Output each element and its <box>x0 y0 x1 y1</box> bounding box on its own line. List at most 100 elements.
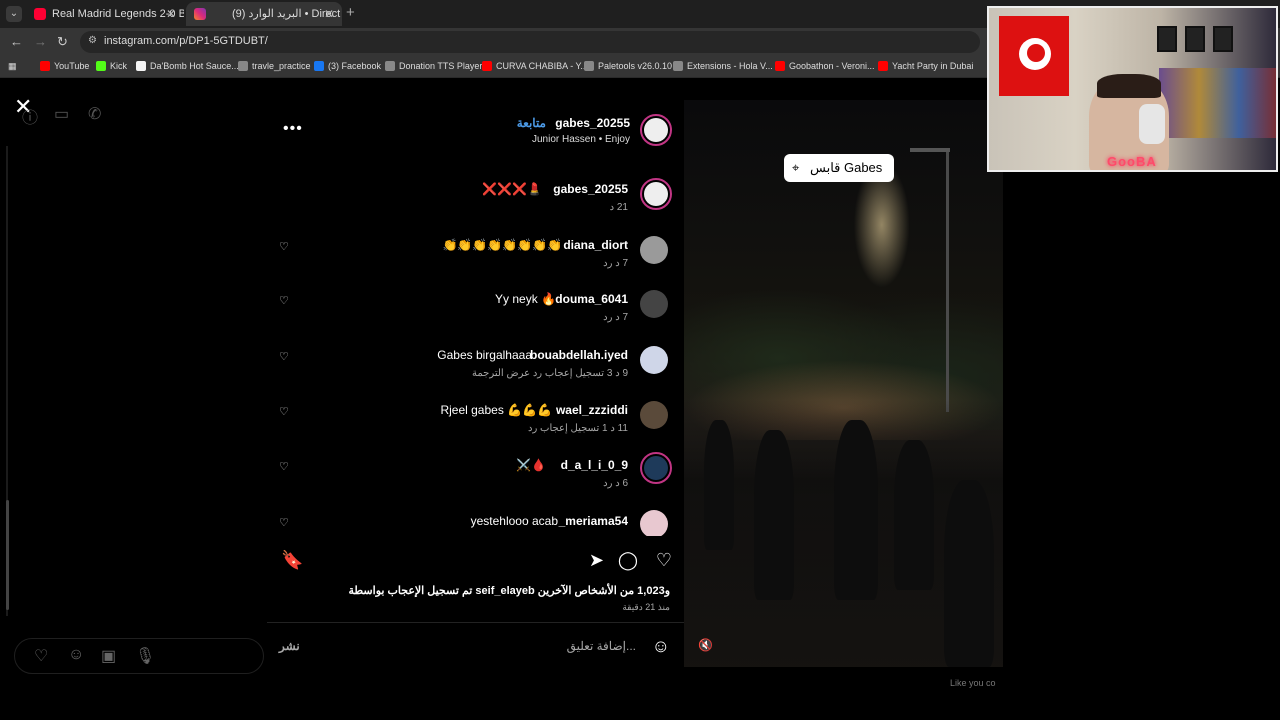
youtube-icon <box>878 61 888 71</box>
webcam-overlay: GooBA <box>987 6 1278 172</box>
like-comment-icon[interactable]: ♡ <box>279 460 289 473</box>
globe-icon <box>385 61 395 71</box>
puzzle-icon <box>673 61 683 71</box>
comment-text: yestehlooo acab <box>470 514 558 528</box>
youtube-icon <box>40 61 50 71</box>
mute-icon[interactable]: 🔇 <box>698 638 713 652</box>
avatar[interactable] <box>638 399 670 431</box>
chat-scrollbar[interactable] <box>6 500 9 610</box>
avatar[interactable] <box>640 178 672 210</box>
sticker-icon[interactable]: ☺ <box>68 646 84 664</box>
like-comment-icon[interactable]: ♡ <box>279 240 289 253</box>
comment-user[interactable]: bouabdellah.iyed <box>530 348 628 362</box>
reload-icon[interactable]: ↻ <box>57 34 68 50</box>
post-author[interactable]: gabes_20255 <box>555 116 630 130</box>
crowd-figure <box>704 420 734 550</box>
bookmark-item[interactable]: Da'Bomb Hot Sauce... <box>136 61 239 71</box>
like-icon[interactable]: ♡ <box>656 550 672 571</box>
follow-button[interactable]: متابعة <box>517 116 546 130</box>
microphone-icon[interactable]: 🎙 <box>135 646 155 666</box>
comment-user[interactable]: diana_diort <box>563 238 628 252</box>
youtube-icon <box>34 8 46 20</box>
new-tab-button[interactable]: + <box>346 4 355 21</box>
youtube-icon <box>775 61 785 71</box>
heart-icon[interactable]: ♡ <box>34 646 48 666</box>
bookmark-item[interactable]: YouTube <box>40 61 89 71</box>
like-comment-icon[interactable]: ♡ <box>279 405 289 418</box>
avatar[interactable] <box>638 288 670 320</box>
post-comment-button[interactable]: نشر <box>279 639 300 653</box>
add-comment-input[interactable]: إضافة تعليق... <box>567 639 636 653</box>
tab-real-madrid[interactable]: Real Madrid Legends 2-0 Barce ✕ <box>26 2 184 26</box>
comment-text: 👏👏👏👏👏👏👏👏 <box>442 238 562 252</box>
wall-frame <box>1185 26 1205 52</box>
video-call-icon[interactable]: ▭ <box>54 104 69 124</box>
close-tab-icon[interactable]: ✕ <box>166 2 176 26</box>
comment-user[interactable]: d_a_l_i_0_9 <box>561 458 628 472</box>
close-tab-icon[interactable]: ✕ <box>324 2 334 26</box>
comment-text: ⚔️🩸 <box>516 458 546 472</box>
share-icon[interactable]: ➤ <box>589 550 604 571</box>
globe-icon <box>238 61 248 71</box>
avatar[interactable] <box>640 114 672 146</box>
right-background <box>1003 180 1280 690</box>
post-header: ••• متابعة gabes_20255 Junior Hassen • E… <box>267 100 684 160</box>
like-comment-icon[interactable]: ♡ <box>279 516 289 529</box>
url-text[interactable]: instagram.com/p/DP1-5GTDUBT/ <box>104 35 268 47</box>
bookmark-item[interactable]: Goobathon - Veroni... <box>775 61 875 71</box>
bookmark-item[interactable]: Paletools v26.0.10 <box>584 61 672 71</box>
tunisia-flag <box>999 16 1069 96</box>
forward-icon[interactable]: → <box>34 34 47 49</box>
bookmark-item[interactable]: Extensions - Hola V... <box>673 61 773 71</box>
post-video[interactable]: ⌖ قابس Gabes 🔇 <box>684 100 1003 667</box>
comment-user[interactable]: gabes_20255 <box>553 182 628 196</box>
bookmark-item[interactable]: Donation TTS Player <box>385 61 482 71</box>
crowd-figure <box>754 430 794 600</box>
comment-meta: 6 د رد <box>603 478 628 489</box>
info-icon[interactable]: ⓘ <box>22 104 38 128</box>
tab-search-button[interactable]: ⌄ <box>6 6 22 22</box>
back-icon[interactable]: ← <box>10 34 23 49</box>
avatar[interactable] <box>640 452 672 484</box>
comment-user[interactable]: _meriama54 <box>559 514 628 528</box>
likes-summary[interactable]: تم تسجيل الإعجاب بواسطة seif_elayeb و1,0… <box>349 584 670 597</box>
bookmark-item[interactable]: Yacht Party in Dubai <box>878 61 973 71</box>
site-info-icon[interactable]: ⚙ <box>88 35 97 46</box>
comment-user[interactable]: wael_zzziddi <box>556 403 628 417</box>
comment-user[interactable]: douma_6041 <box>555 292 628 306</box>
facebook-icon <box>314 61 324 71</box>
location-pin-icon: ⌖ <box>792 160 800 175</box>
crowd-figure <box>834 420 878 600</box>
address-bar[interactable]: ⚙ instagram.com/p/DP1-5GTDUBT/ <box>80 31 980 53</box>
comment-meta: 21 د <box>609 202 628 213</box>
instagram-icon <box>194 8 206 20</box>
apps-grid-icon[interactable]: ▦ <box>8 61 17 72</box>
like-comment-icon[interactable]: ♡ <box>279 294 289 307</box>
globe-icon <box>584 61 594 71</box>
bookmark-item[interactable]: (3) Facebook <box>314 61 381 71</box>
image-icon[interactable]: ▣ <box>101 646 116 666</box>
bookmark-item[interactable]: Kick <box>96 61 127 71</box>
comment-icon[interactable]: ◯ <box>618 550 638 571</box>
comment-text: Yy neyk 🔥 <box>495 292 556 306</box>
tab-instagram-direct[interactable]: (9) البريد الوارد • Direct ✕ <box>186 2 342 26</box>
avatar[interactable] <box>638 344 670 376</box>
youtube-icon <box>482 61 492 71</box>
avatar[interactable] <box>638 508 670 536</box>
more-options-icon[interactable]: ••• <box>283 120 303 138</box>
post-actions: 🔖 ➤ ◯ ♡ <box>267 544 684 580</box>
flag-circle <box>1019 38 1051 70</box>
phone-icon[interactable]: ✆ <box>88 104 101 124</box>
post-audio[interactable]: Junior Hassen • Enjoy <box>532 134 630 145</box>
save-icon[interactable]: 🔖 <box>281 550 303 571</box>
avatar[interactable] <box>638 234 670 266</box>
like-comment-icon[interactable]: ♡ <box>279 350 289 363</box>
emoji-icon[interactable]: ☺ <box>652 636 670 657</box>
comment-meta: 9 د 3 تسجيل إعجاب رد عرض الترجمة <box>472 368 628 379</box>
comment-text: Gabes birgalhaaa <box>437 348 532 362</box>
bookmark-item[interactable]: travle_practice <box>238 61 311 71</box>
comment-meta: 7 د رد <box>603 312 628 323</box>
location-tag[interactable]: ⌖ قابس Gabes <box>784 154 895 182</box>
location-label: قابس Gabes <box>810 160 883 175</box>
bookmark-item[interactable]: CURVA CHABIBA - Y... <box>482 61 588 71</box>
